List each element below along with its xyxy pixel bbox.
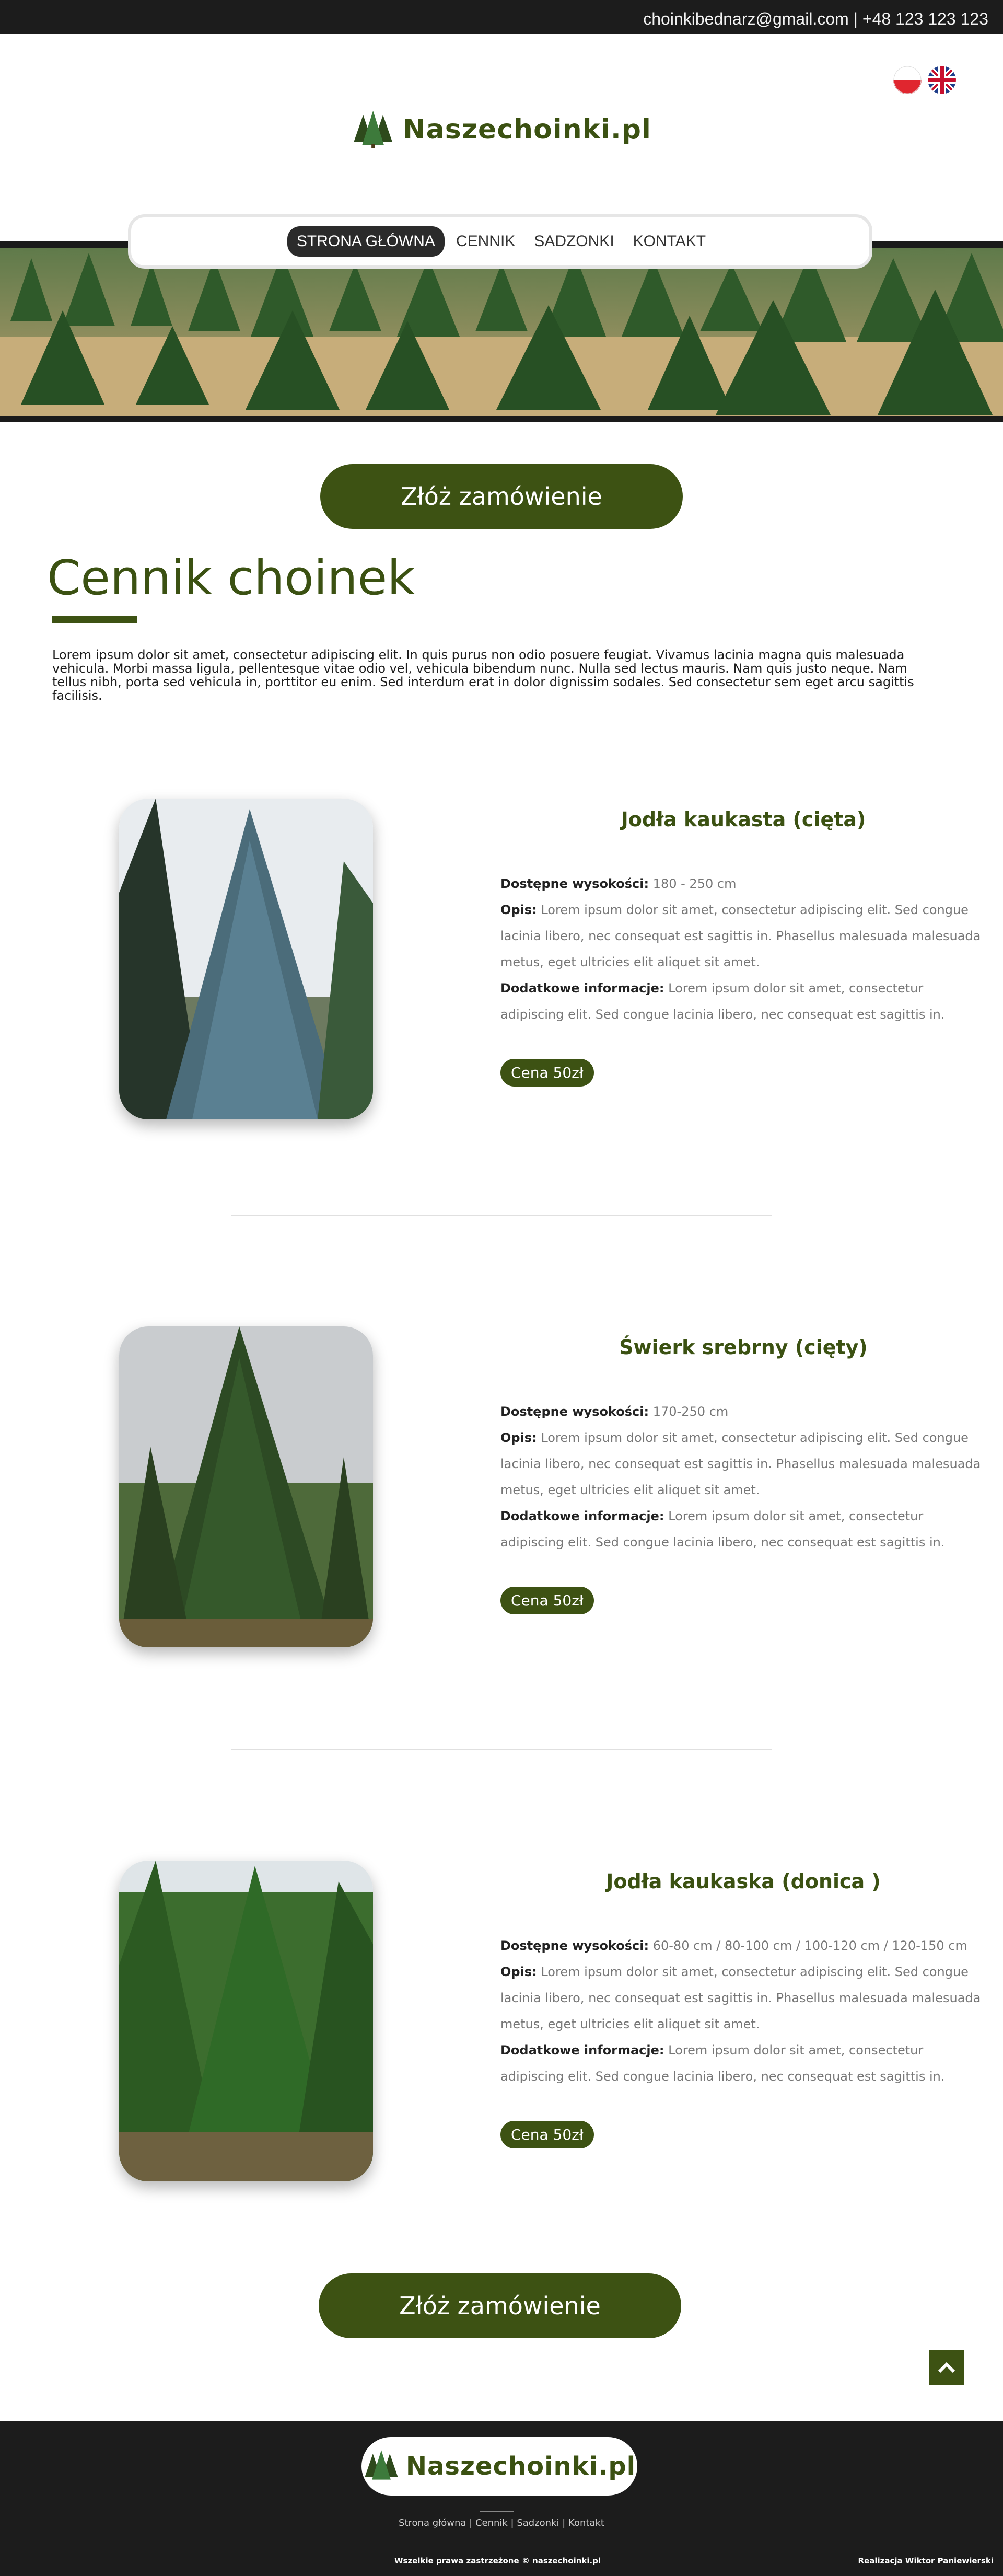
description-label: Opis: — [500, 1430, 537, 1445]
contact-info[interactable]: choinkibednarz@gmail.com | +48 123 123 1… — [643, 9, 988, 29]
chevron-up-icon — [938, 2362, 955, 2373]
footer-link-home[interactable]: Strona główna — [399, 2517, 466, 2528]
extra-label: Dodatkowe informacje: — [500, 2043, 664, 2058]
product-name: Jodła kaukasta (cięta) — [621, 808, 866, 831]
product-info-3: Jodła kaukaska (donica ) Dostępne wysoko… — [500, 1870, 986, 2148]
product-extra: Dodatkowe informacje: Lorem ipsum dolor … — [500, 975, 986, 1027]
trees-icon — [354, 111, 393, 148]
footer: Naszechoinki.pl Strona główna | Cennik |… — [0, 2421, 1003, 2576]
price-badge: Cena 50zł — [500, 1587, 594, 1614]
description-value: Lorem ipsum dolor sit amet, consectetur … — [500, 1430, 981, 1497]
page-title: Cennik choinek — [47, 550, 415, 606]
heights-label: Dostępne wysokości: — [500, 1404, 649, 1419]
product-name: Jodła kaukaska (donica ) — [606, 1870, 881, 1893]
top-bar: choinkibednarz@gmail.com | +48 123 123 1… — [0, 0, 1003, 34]
order-button-bottom[interactable]: Złóż zamówienie — [319, 2273, 681, 2338]
product-heights: Dostępne wysokości: 170-250 cm — [500, 1399, 986, 1425]
uk-flag-icon[interactable] — [928, 66, 956, 94]
site-logo[interactable]: Naszechoinki.pl — [352, 111, 651, 148]
order-button-top[interactable]: Złóż zamówienie — [320, 464, 683, 529]
product-extra: Dodatkowe informacje: Lorem ipsum dolor … — [500, 2037, 986, 2089]
nav-item-contact[interactable]: KONTAKT — [626, 226, 713, 257]
description-label: Opis: — [500, 903, 537, 917]
language-switcher — [893, 66, 956, 94]
separator: | — [559, 2517, 569, 2528]
divider — [231, 1215, 772, 1216]
poland-flag-icon[interactable] — [893, 66, 922, 94]
price-badge: Cena 50zł — [500, 2121, 594, 2148]
footer-link-seedlings[interactable]: Sadzonki — [517, 2517, 559, 2528]
product-heights: Dostępne wysokości: 180 - 250 cm — [500, 871, 986, 897]
intro-text: Lorem ipsum dolor sit amet, consectetur … — [52, 648, 914, 703]
product-heights: Dostępne wysokości: 60-80 cm / 80-100 cm… — [500, 1933, 986, 1959]
nav-item-pricing[interactable]: CENNIK — [449, 226, 522, 257]
description-label: Opis: — [500, 1965, 537, 1979]
heights-value: 180 - 250 cm — [652, 876, 737, 891]
heights-label: Dostępne wysokości: — [500, 1938, 649, 1953]
footer-logo[interactable]: Naszechoinki.pl — [361, 2437, 637, 2496]
title-underline — [52, 616, 137, 623]
author-credit: Realizacja Wiktor Paniewierski — [858, 2556, 994, 2566]
footer-link-pricing[interactable]: Cennik — [475, 2517, 508, 2528]
separator: | — [507, 2517, 517, 2528]
product-description: Opis: Lorem ipsum dolor sit amet, consec… — [500, 1425, 986, 1503]
product-description: Opis: Lorem ipsum dolor sit amet, consec… — [500, 897, 986, 975]
product-extra: Dodatkowe informacje: Lorem ipsum dolor … — [500, 1503, 986, 1555]
description-value: Lorem ipsum dolor sit amet, consectetur … — [500, 1965, 981, 2031]
main-nav: STRONA GŁÓWNA CENNIK SADZONKI KONTAKT — [128, 214, 872, 269]
divider — [231, 1749, 772, 1750]
product-info-2: Świerk srebrny (cięty) Dostępne wysokośc… — [500, 1336, 986, 1614]
extra-label: Dodatkowe informacje: — [500, 1509, 664, 1523]
copyright: Wszelkie prawa zastrzeżone © naszechoink… — [394, 2556, 601, 2566]
back-to-top-button[interactable] — [929, 2350, 964, 2385]
nav-item-seedlings[interactable]: SADZONKI — [527, 226, 621, 257]
product-image-2 — [119, 1326, 373, 1647]
logo-text: Naszechoinki.pl — [403, 114, 651, 145]
product-image-1 — [119, 799, 373, 1119]
footer-divider — [480, 2511, 514, 2512]
trees-icon — [365, 2450, 398, 2480]
heights-value: 170-250 cm — [652, 1404, 729, 1419]
product-description: Opis: Lorem ipsum dolor sit amet, consec… — [500, 1959, 986, 2037]
description-value: Lorem ipsum dolor sit amet, consectetur … — [500, 903, 981, 969]
heights-value: 60-80 cm / 80-100 cm / 100-120 cm / 120-… — [652, 1938, 967, 1953]
product-info-1: Jodła kaukasta (cięta) Dostępne wysokośc… — [500, 808, 986, 1087]
footer-logo-text: Naszechoinki.pl — [405, 2452, 636, 2481]
separator: | — [466, 2517, 475, 2528]
footer-link-contact[interactable]: Kontakt — [568, 2517, 604, 2528]
footer-links: Strona główna | Cennik | Sadzonki | Kont… — [0, 2517, 1003, 2528]
nav-item-home[interactable]: STRONA GŁÓWNA — [287, 226, 445, 257]
extra-label: Dodatkowe informacje: — [500, 981, 664, 996]
product-image-3 — [119, 1861, 373, 2181]
product-name: Świerk srebrny (cięty) — [619, 1336, 868, 1359]
heights-label: Dostępne wysokości: — [500, 876, 649, 891]
price-badge: Cena 50zł — [500, 1059, 594, 1087]
